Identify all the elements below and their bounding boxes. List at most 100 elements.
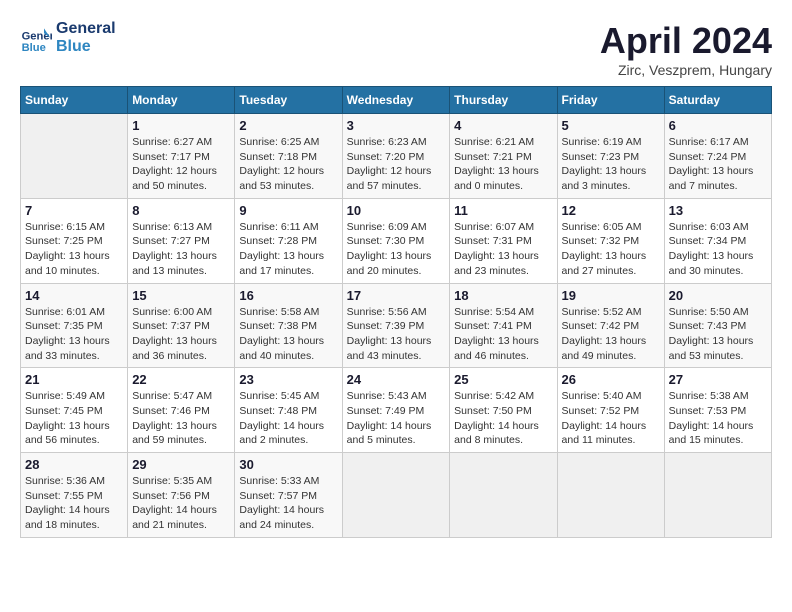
calendar-cell: 20 Sunrise: 5:50 AM Sunset: 7:43 PM Dayli… [664, 283, 771, 368]
calendar-cell: 2Sunrise: 6:25 AM Sunset: 7:18 PM Daylig… [235, 114, 342, 199]
day-info: Sunrise: 5:42 AM Sunset: 7:50 PM Dayligh… [454, 389, 552, 448]
day-number: 18 [454, 288, 552, 303]
calendar-cell [450, 453, 557, 538]
svg-text:General: General [22, 30, 52, 42]
page-header: General Blue General Blue April 2024 Zir… [20, 20, 772, 78]
day-number: 10 [347, 203, 446, 218]
day-info: Sunrise: 6:07 AM Sunset: 7:31 PM Dayligh… [454, 220, 552, 279]
day-info: Sunrise: 5:50 AM Sunset: 7:43 PM Dayligh… [669, 305, 767, 364]
calendar-cell: 14Sunrise: 6:01 AM Sunset: 7:35 PM Dayli… [21, 283, 128, 368]
calendar-cell: 22 Sunrise: 5:47 AM Sunset: 7:46 PM Dayli… [128, 368, 235, 453]
day-number: 13 [669, 203, 767, 218]
calendar-table: SundayMondayTuesdayWednesdayThursdayFrid… [20, 86, 772, 538]
day-info: Sunrise: 5:54 AM Sunset: 7:41 PM Dayligh… [454, 305, 552, 364]
day-number: 4 [454, 118, 552, 133]
day-number: 20 [669, 288, 767, 303]
day-number: 28 [25, 457, 123, 472]
calendar-cell: 4 Sunrise: 6:21 AM Sunset: 7:21 PM Daylig… [450, 114, 557, 199]
day-info: Sunrise: 6:11 AM Sunset: 7:28 PM Dayligh… [239, 220, 337, 279]
day-info: Sunrise: 5:40 AM Sunset: 7:52 PM Dayligh… [562, 389, 660, 448]
weekday-header-wednesday: Wednesday [342, 87, 450, 114]
day-number: 17 [347, 288, 446, 303]
day-info: Sunrise: 6:23 AM Sunset: 7:20 PM Dayligh… [347, 135, 446, 194]
day-number: 14 [25, 288, 123, 303]
logo-line2: Blue [56, 38, 116, 56]
day-number: 5 [562, 118, 660, 133]
day-info: Sunrise: 5:47 AM Sunset: 7:46 PM Dayligh… [132, 389, 230, 448]
calendar-cell: 3 Sunrise: 6:23 AM Sunset: 7:20 PM Daylig… [342, 114, 450, 199]
day-number: 16 [239, 288, 337, 303]
day-info: Sunrise: 5:45 AM Sunset: 7:48 PM Dayligh… [239, 389, 337, 448]
calendar-cell: 23 Sunrise: 5:45 AM Sunset: 7:48 PM Dayli… [235, 368, 342, 453]
calendar-cell: 25 Sunrise: 5:42 AM Sunset: 7:50 PM Dayli… [450, 368, 557, 453]
weekday-header-tuesday: Tuesday [235, 87, 342, 114]
day-number: 29 [132, 457, 230, 472]
day-number: 2 [239, 118, 337, 133]
day-number: 21 [25, 372, 123, 387]
day-number: 24 [347, 372, 446, 387]
title-section: April 2024 Zirc, Veszprem, Hungary [600, 20, 772, 78]
weekday-header-sunday: Sunday [21, 87, 128, 114]
day-info: Sunrise: 5:36 AM Sunset: 7:55 PM Dayligh… [25, 474, 123, 533]
calendar-cell: 1 Sunrise: 6:27 AM Sunset: 7:17 PM Daylig… [128, 114, 235, 199]
day-number: 3 [347, 118, 446, 133]
month-title: April 2024 [600, 20, 772, 62]
calendar-cell: 7Sunrise: 6:15 AM Sunset: 7:25 PM Daylig… [21, 198, 128, 283]
day-info: Sunrise: 6:27 AM Sunset: 7:17 PM Dayligh… [132, 135, 230, 194]
calendar-cell: 6 Sunrise: 6:17 AM Sunset: 7:24 PM Daylig… [664, 114, 771, 199]
calendar-cell: 11 Sunrise: 6:07 AM Sunset: 7:31 PM Dayli… [450, 198, 557, 283]
day-info: Sunrise: 5:33 AM Sunset: 7:57 PM Dayligh… [239, 474, 337, 533]
day-info: Sunrise: 5:58 AM Sunset: 7:38 PM Dayligh… [239, 305, 337, 364]
day-info: Sunrise: 6:21 AM Sunset: 7:21 PM Dayligh… [454, 135, 552, 194]
calendar-cell [664, 453, 771, 538]
weekday-header-friday: Friday [557, 87, 664, 114]
calendar-cell: 13 Sunrise: 6:03 AM Sunset: 7:34 PM Dayli… [664, 198, 771, 283]
day-number: 11 [454, 203, 552, 218]
svg-text:Blue: Blue [22, 41, 46, 53]
day-info: Sunrise: 5:35 AM Sunset: 7:56 PM Dayligh… [132, 474, 230, 533]
calendar-header-row: SundayMondayTuesdayWednesdayThursdayFrid… [21, 87, 772, 114]
calendar-cell: 27Sunrise: 5:38 AM Sunset: 7:53 PM Dayli… [664, 368, 771, 453]
calendar-cell: 10 Sunrise: 6:09 AM Sunset: 7:30 PM Dayli… [342, 198, 450, 283]
day-info: Sunrise: 6:00 AM Sunset: 7:37 PM Dayligh… [132, 305, 230, 364]
day-number: 22 [132, 372, 230, 387]
calendar-cell: 26 Sunrise: 5:40 AM Sunset: 7:52 PM Dayli… [557, 368, 664, 453]
logo-line1: General [56, 20, 116, 38]
calendar-cell [21, 114, 128, 199]
day-info: Sunrise: 5:43 AM Sunset: 7:49 PM Dayligh… [347, 389, 446, 448]
day-number: 23 [239, 372, 337, 387]
day-number: 12 [562, 203, 660, 218]
calendar-cell [342, 453, 450, 538]
day-number: 1 [132, 118, 230, 133]
location-subtitle: Zirc, Veszprem, Hungary [600, 62, 772, 78]
logo: General Blue General Blue [20, 20, 116, 55]
day-info: Sunrise: 6:09 AM Sunset: 7:30 PM Dayligh… [347, 220, 446, 279]
weekday-header-saturday: Saturday [664, 87, 771, 114]
day-number: 6 [669, 118, 767, 133]
calendar-cell: 9 Sunrise: 6:11 AM Sunset: 7:28 PM Daylig… [235, 198, 342, 283]
calendar-cell: 16 Sunrise: 5:58 AM Sunset: 7:38 PM Dayli… [235, 283, 342, 368]
day-info: Sunrise: 5:56 AM Sunset: 7:39 PM Dayligh… [347, 305, 446, 364]
calendar-cell: 15Sunrise: 6:00 AM Sunset: 7:37 PM Dayli… [128, 283, 235, 368]
calendar-cell: 24 Sunrise: 5:43 AM Sunset: 7:49 PM Dayli… [342, 368, 450, 453]
calendar-cell: 8Sunrise: 6:13 AM Sunset: 7:27 PM Daylig… [128, 198, 235, 283]
logo-icon: General Blue [20, 22, 52, 54]
day-number: 26 [562, 372, 660, 387]
day-info: Sunrise: 6:19 AM Sunset: 7:23 PM Dayligh… [562, 135, 660, 194]
calendar-cell: 29 Sunrise: 5:35 AM Sunset: 7:56 PM Dayli… [128, 453, 235, 538]
day-number: 25 [454, 372, 552, 387]
day-number: 19 [562, 288, 660, 303]
calendar-cell: 30 Sunrise: 5:33 AM Sunset: 7:57 PM Dayli… [235, 453, 342, 538]
weekday-header-monday: Monday [128, 87, 235, 114]
calendar-cell: 28 Sunrise: 5:36 AM Sunset: 7:55 PM Dayli… [21, 453, 128, 538]
day-info: Sunrise: 6:17 AM Sunset: 7:24 PM Dayligh… [669, 135, 767, 194]
day-number: 9 [239, 203, 337, 218]
calendar-cell: 5 Sunrise: 6:19 AM Sunset: 7:23 PM Daylig… [557, 114, 664, 199]
day-info: Sunrise: 6:05 AM Sunset: 7:32 PM Dayligh… [562, 220, 660, 279]
calendar-cell: 12 Sunrise: 6:05 AM Sunset: 7:32 PM Dayli… [557, 198, 664, 283]
day-info: Sunrise: 5:52 AM Sunset: 7:42 PM Dayligh… [562, 305, 660, 364]
day-number: 30 [239, 457, 337, 472]
day-number: 27 [669, 372, 767, 387]
day-number: 8 [132, 203, 230, 218]
day-info: Sunrise: 6:03 AM Sunset: 7:34 PM Dayligh… [669, 220, 767, 279]
